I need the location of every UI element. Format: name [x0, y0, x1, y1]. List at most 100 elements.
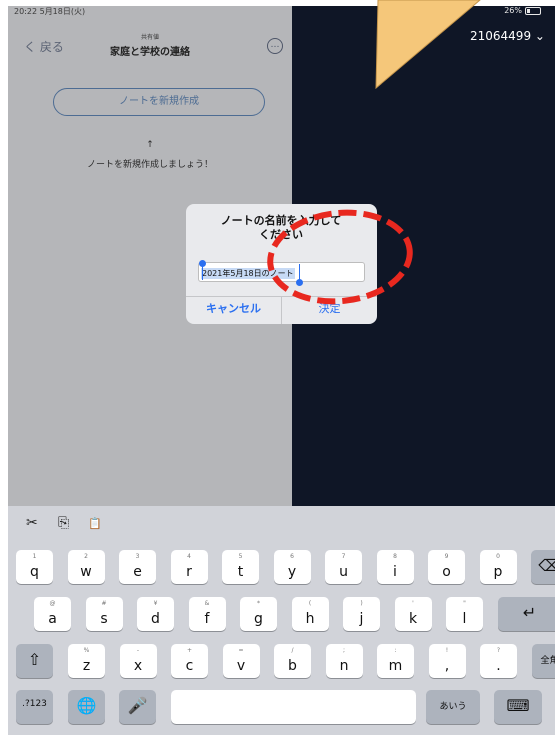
key-w[interactable]: 2w — [67, 550, 105, 584]
cancel-button[interactable]: キャンセル — [186, 300, 281, 316]
key-k[interactable]: ' k — [394, 597, 432, 631]
selection-end-dot[interactable] — [296, 279, 303, 286]
key-label: .?123 — [22, 699, 47, 709]
key-x[interactable]: -x — [119, 644, 157, 678]
key-y[interactable]: 6y — [273, 550, 311, 584]
key-label: ⇧ — [27, 650, 42, 669]
key-period[interactable]: ?. — [480, 644, 517, 678]
note-name-dialog: ノートの名前を入力してください 2021年5月18日のノート キャンセル 決定 — [186, 204, 377, 324]
key-s[interactable]: # s — [85, 597, 123, 631]
key-secondary-label: % — [83, 647, 90, 654]
key-label: t — [237, 564, 244, 580]
key-secondary-label: * — [257, 600, 260, 607]
key-label: i — [393, 564, 397, 580]
key-label: q — [30, 564, 39, 580]
key-m[interactable]: :m — [377, 644, 414, 678]
key-secondary-label: 3 — [135, 553, 140, 560]
key-secondary-label: ¥ — [153, 600, 158, 607]
microphone-icon[interactable]: 🎤 — [119, 690, 156, 724]
selection-end-handle[interactable] — [299, 264, 300, 280]
key-label: j — [359, 611, 364, 627]
key-label: z — [82, 658, 91, 674]
return-key[interactable]: ↵ — [497, 597, 555, 631]
key-secondary-label: 9 — [444, 553, 449, 560]
key-o[interactable]: 9o — [428, 550, 465, 584]
screen: く 戻る 共有値 家庭と学校の連絡 … ノートを新規作成 ↑ ノートを新規作成し… — [0, 0, 555, 735]
kana-key[interactable]: あいう — [426, 690, 480, 724]
key-label: a — [48, 611, 57, 627]
key-label: あいう — [439, 702, 467, 712]
key-label: ⌨ — [506, 696, 530, 715]
key-secondary-label: 2 — [84, 553, 88, 560]
key-v[interactable]: = v — [222, 644, 260, 678]
key-label: , — [444, 658, 450, 674]
key-c[interactable]: + c — [171, 644, 208, 678]
key-i[interactable]: 8i — [376, 550, 414, 584]
key-label: m — [388, 658, 403, 674]
key-secondary-label: ! — [445, 647, 449, 654]
hide-keyboard-icon[interactable]: ⌨ — [494, 690, 542, 724]
key-h[interactable]: (h — [291, 597, 329, 631]
key-label: c — [185, 658, 194, 674]
key-e[interactable]: 3e — [119, 550, 156, 584]
key-q[interactable]: 1q — [16, 550, 53, 584]
key-secondary-label: # — [101, 600, 107, 607]
key-g[interactable]: * g — [240, 597, 277, 631]
key-secondary-label: & — [204, 600, 210, 607]
key-secondary-label: 4 — [187, 553, 191, 560]
keyboard-shortcut-bar: ✂ ⎘ 📋 — [8, 506, 555, 544]
cut-icon[interactable]: ✂ — [26, 515, 38, 531]
key-label: ↵ — [522, 603, 537, 622]
key-label: r — [186, 564, 192, 580]
key-label: s — [100, 611, 108, 627]
key-secondary-label: 8 — [393, 553, 397, 560]
key-secondary-label: ) — [360, 600, 363, 607]
key-secondary-label: 5 — [238, 553, 243, 560]
dialog-title: ノートの名前を入力してください — [220, 214, 342, 241]
backspace-key[interactable]: ⌫ — [531, 550, 555, 584]
shift-key[interactable]: ⇧ — [16, 644, 53, 678]
paste-icon[interactable]: 📋 — [88, 517, 102, 530]
key-u[interactable]: 7u — [325, 550, 362, 584]
key-secondary-label: " — [463, 600, 466, 607]
key-r[interactable]: 4r — [170, 550, 208, 584]
key-secondary-label: @ — [49, 600, 56, 607]
key-a[interactable]: @ a — [34, 597, 71, 631]
key-secondary-label: / — [291, 647, 294, 654]
note-name-input-value: 2021年5月18日のノート — [201, 268, 295, 279]
key-label: 🌐 — [76, 696, 97, 715]
note-name-input[interactable]: 2021年5月18日のノート — [198, 262, 365, 282]
key-label: p — [493, 564, 503, 580]
zenkaku-key[interactable]: 全角 — [531, 644, 555, 678]
key-z[interactable]: % z — [68, 644, 105, 678]
key-n[interactable]: ; n — [325, 644, 363, 678]
key-d[interactable]: ¥ d — [137, 597, 174, 631]
copy-icon[interactable]: ⎘ — [58, 515, 69, 531]
key-p[interactable]: 0p — [479, 550, 517, 584]
key-comma[interactable]: !, — [428, 644, 466, 678]
key-secondary-label: 1 — [32, 553, 37, 560]
software-keyboard: ✂ ⎘ 📋 1 q 2 w 3 e 4 r 5 t 6 y 7 u 8 i 9 o 0 p ⌫ @ a # s ¥ d & f * g(h)… — [8, 506, 555, 735]
globe-icon[interactable]: 🌐 — [68, 690, 105, 724]
selection-start-dot[interactable] — [199, 260, 206, 267]
key-label: g — [254, 611, 263, 627]
key-secondary-label: - — [136, 647, 140, 654]
key-label: x — [133, 658, 143, 674]
key-secondary-label: ? — [496, 647, 501, 654]
key-label: l — [462, 611, 467, 627]
numbers-key[interactable]: .?123 — [16, 690, 53, 724]
key-secondary-label: ; — [342, 647, 346, 654]
key-secondary-label: ' — [412, 600, 414, 607]
key-label: 🎤 — [127, 696, 148, 715]
key-l[interactable]: " l — [446, 597, 483, 631]
ok-button[interactable]: 決定 — [282, 300, 377, 316]
space-key[interactable] — [171, 690, 416, 724]
key-label: y — [287, 564, 297, 580]
key-j[interactable]: ) j — [343, 597, 380, 631]
key-label: k — [408, 611, 418, 627]
key-label: f — [204, 611, 210, 627]
key-label: d — [151, 611, 160, 627]
key-t[interactable]: 5t — [222, 550, 259, 584]
key-f[interactable]: & f — [188, 597, 226, 631]
key-b[interactable]: / b — [274, 644, 311, 678]
